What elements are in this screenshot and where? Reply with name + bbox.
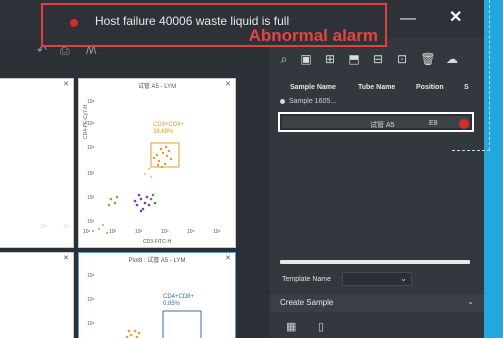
plate-icon[interactable]: ▦ <box>286 320 296 333</box>
sample-toolbar: ⌕ ▣ ⊞ ⬒ ⊟ ⊡ 🗑 ☁ <box>270 52 484 72</box>
x-tick: 10⁶ <box>213 229 221 235</box>
sample-dot-icon <box>280 98 285 104</box>
dashed-guide <box>489 0 490 150</box>
column-header: Tube Name <box>358 84 396 91</box>
y-tick: 10¹ <box>87 219 95 225</box>
column-header: S <box>464 84 469 91</box>
x-tick: 10⁵ <box>187 229 195 235</box>
copy-icon[interactable]: ⊡ <box>394 52 410 66</box>
horizontal-scrollbar[interactable] <box>280 260 470 264</box>
tube-position: E8 <box>429 120 438 127</box>
plot-partial-left[interactable]: ✕ 10⁵ 10⁶ <box>0 78 74 269</box>
import-icon[interactable]: ⊞ <box>322 52 338 66</box>
close-icon[interactable]: ✕ <box>449 7 462 27</box>
y-tick: 10⁶ <box>87 273 95 279</box>
template-select[interactable]: ⌄ <box>342 272 412 286</box>
minimize-icon[interactable]: — <box>400 10 416 28</box>
create-sample-label: Create Sample <box>280 298 334 307</box>
report-icon[interactable]: ⊟ <box>370 52 386 66</box>
scatter-plot <box>92 142 180 234</box>
y-tick: 10⁵ <box>87 297 95 303</box>
plot-workspace: ↶ ⎙ /\/\ ✕ 10⁵ 10⁶ 10⁵ 10⁶ 试管 A5 - LYM ✕ <box>0 38 270 338</box>
close-icon[interactable]: ✕ <box>63 80 69 88</box>
sample-panel: ⌕ ▣ ⊞ ⬒ ⊟ ⊡ 🗑 ☁ Sample Name Tube Name Po… <box>270 38 484 338</box>
chevron-down-icon: ⌄ <box>467 297 474 306</box>
plot-cd4-cd8[interactable]: Plot8 : 试管 A5 - LYM ✕ CD4+CD8+ 0.85% 10⁶… <box>78 252 236 338</box>
close-icon[interactable]: ✕ <box>63 254 69 262</box>
gate-label: CD3+CD4+ 38.69% <box>153 122 185 135</box>
tube-row-inner: 试管 A5 E8 <box>282 116 470 129</box>
x-tick: 10¹ <box>83 229 91 235</box>
x-axis-label: CD3-FITC-H <box>143 239 172 245</box>
tube-status-indicator <box>459 119 469 129</box>
tube-icon[interactable]: ▯ <box>318 320 324 333</box>
cluster-orange <box>125 329 141 338</box>
search-icon[interactable]: ⌕ <box>276 52 292 67</box>
x-tick: 10³ <box>135 229 143 235</box>
alarm-indicator-icon <box>70 19 78 27</box>
cluster-purple <box>133 193 151 213</box>
y-tick: 10² <box>87 195 95 201</box>
scatter-plot <box>125 310 202 338</box>
app-window: — ✕ ↶ ⎙ /\/\ ✕ 10⁵ 10⁶ 10⁵ 10⁶ 试管 A5 - L… <box>0 0 484 338</box>
sample-name: Sample 1605... <box>289 98 337 105</box>
create-sample-bar[interactable]: Create Sample ⌄ <box>270 294 484 312</box>
y-tick: 10⁴ <box>87 321 95 327</box>
chevron-down-icon: ⌄ <box>400 274 407 283</box>
delete-icon[interactable]: 🗑 <box>420 52 436 66</box>
tube-row[interactable]: 试管 A5 E8 <box>278 112 474 132</box>
gate-rect[interactable] <box>162 310 202 338</box>
y-tick: 10⁴ <box>87 145 95 151</box>
cluster-orange <box>144 145 173 178</box>
x-tick: 10² <box>109 229 117 235</box>
plot-partial-left-bottom[interactable]: ✕ <box>0 252 74 338</box>
column-header: Position <box>416 84 444 91</box>
y-tick: 10⁵ <box>87 121 95 127</box>
dashed-guide <box>452 150 490 151</box>
y-tick: 10³ <box>87 171 95 177</box>
alarm-banner[interactable]: Host failure 40006 waste liquid is full … <box>41 3 387 47</box>
plot-cd3-cd4[interactable]: 试管 A5 - LYM ✕ CD3+CD4+ 38.69% CD4-PE-Cy7… <box>78 78 236 248</box>
alarm-title: Abnormal alarm <box>248 26 378 45</box>
export-icon[interactable]: ⬒ <box>346 52 362 66</box>
tick-row: 10⁵ 10⁶ <box>40 224 71 230</box>
column-header: Sample Name <box>290 84 336 91</box>
tube-name: 试管 A5 <box>370 122 395 129</box>
sample-row[interactable]: Sample 1605... <box>280 98 336 105</box>
tick-label: 10⁵ <box>40 224 48 230</box>
tick-label: 10⁶ <box>63 224 71 230</box>
save-icon[interactable]: ▣ <box>298 52 314 66</box>
table-header: Sample Name Tube Name Position S <box>280 82 480 96</box>
x-tick: 10⁴ <box>161 229 169 235</box>
cloud-icon[interactable]: ☁ <box>444 52 460 66</box>
y-tick: 10⁶ <box>87 99 95 105</box>
template-label: Template Name <box>282 276 332 283</box>
cluster-green <box>92 193 157 234</box>
